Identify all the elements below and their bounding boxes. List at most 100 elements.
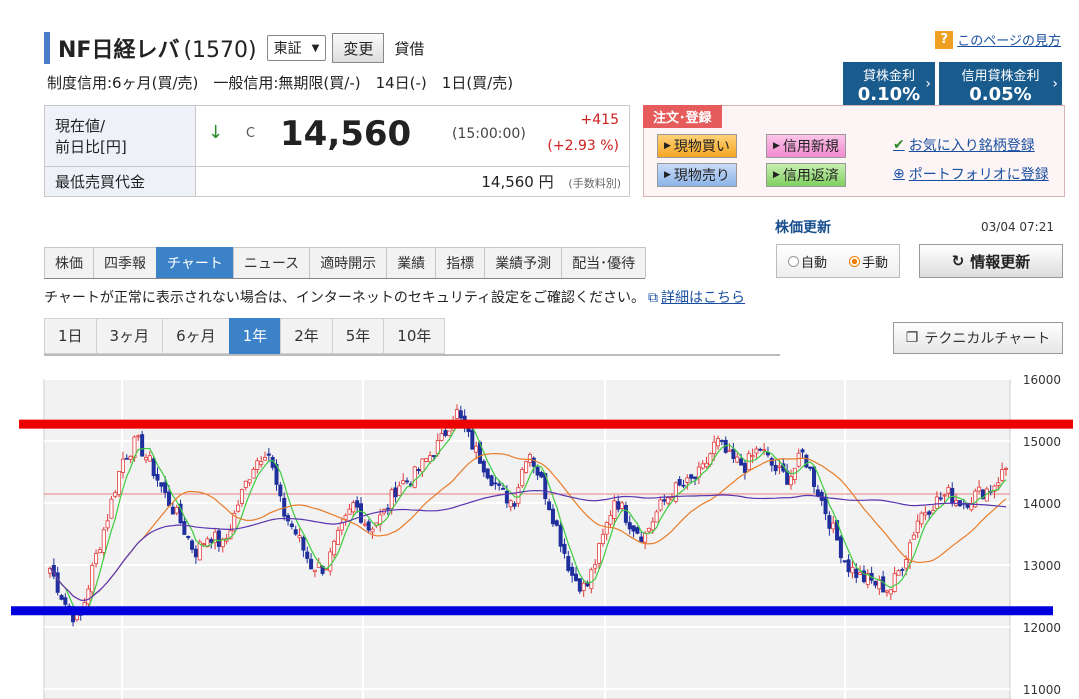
candle-body (332, 540, 337, 556)
y-tick-label: 12000 (1023, 621, 1061, 635)
tab-earnings[interactable]: 業績 (386, 247, 437, 278)
candle-body (489, 475, 494, 486)
candle-body (758, 448, 763, 451)
period-6m[interactable]: 6ヶ月 (162, 318, 230, 354)
portfolio-register-link[interactable]: ⊕ ポートフォリオに登録 (893, 164, 1049, 184)
candle-body (401, 480, 406, 485)
period-3m[interactable]: 3ヶ月 (95, 318, 164, 354)
manual-radio[interactable]: 手動 (848, 252, 888, 271)
tab-news[interactable]: ニュース (232, 247, 311, 278)
candle-body (520, 469, 525, 487)
candle-body (589, 569, 594, 589)
candle-body (343, 515, 348, 520)
candle-body (650, 521, 655, 531)
spot-buy-button[interactable]: ▶ 現物買い (657, 134, 737, 158)
candle-body (524, 461, 529, 473)
period-1d[interactable]: 1日 (44, 318, 97, 354)
candle-body (643, 532, 648, 543)
min-trade-label: 最低売買代金 (44, 166, 196, 197)
candle-body (681, 484, 686, 487)
y-tick-label: 15000 (1023, 435, 1061, 449)
change-button[interactable]: 変更 (332, 33, 385, 63)
candle-body (977, 486, 982, 492)
candle-body (128, 455, 133, 460)
candle-body (570, 566, 575, 576)
order-panel-tab: 注文･登録 (643, 105, 722, 128)
candle-body (412, 466, 417, 488)
candle-body (842, 560, 847, 563)
candle-body (823, 497, 828, 515)
period-tabs: 1日 3ヶ月 6ヶ月 1年 2年 5年 10年 (44, 318, 780, 356)
period-2y[interactable]: 2年 (280, 318, 333, 354)
fee-note: (手数料別) (568, 177, 621, 190)
candle-body (558, 524, 563, 547)
tab-indicators[interactable]: 指標 (435, 247, 486, 278)
period-5y[interactable]: 5年 (331, 318, 385, 354)
candle-body (297, 535, 302, 539)
tab-chart[interactable]: チャート (156, 247, 234, 278)
tab-dividend[interactable]: 配当･優待 (561, 247, 647, 278)
current-price-cell: ↓ C 14,560 (15:00:00) +415 (+2.93 %) (195, 105, 630, 167)
candle-body (358, 503, 363, 523)
candle-body (143, 457, 148, 461)
candle-body (201, 543, 206, 546)
candle-body (754, 448, 759, 454)
lending-rate-box[interactable]: 貸株金利 0.10% › (843, 62, 935, 107)
candle-body (896, 570, 901, 576)
candle-body (305, 551, 310, 559)
candle-body (370, 528, 375, 533)
candle-body (716, 438, 721, 447)
candle-body (796, 452, 801, 467)
candle-body (593, 564, 598, 569)
candle-body (938, 497, 943, 500)
candle-body (827, 515, 832, 529)
current-price-label: 現在値/前日比[円] (44, 105, 196, 167)
favorite-register-link[interactable]: ✔ お気に入り銘柄登録 (893, 135, 1035, 155)
candle-body (911, 534, 916, 540)
candle-body (454, 409, 459, 420)
auto-radio[interactable]: 自動 (787, 252, 827, 271)
margin-new-button[interactable]: ▶ 信用新規 (766, 134, 846, 158)
candle-body (604, 522, 609, 535)
candle-body (547, 501, 552, 511)
candle-body (950, 488, 955, 504)
candle-body (838, 536, 843, 559)
help-icon: ? (935, 30, 954, 49)
period-10y[interactable]: 10年 (383, 318, 446, 354)
candle-body (527, 454, 532, 463)
refresh-button[interactable]: ↻ 情報更新 (919, 244, 1063, 278)
period-1y[interactable]: 1年 (228, 318, 282, 354)
candle-body (470, 429, 475, 450)
technical-chart-button[interactable]: ❐ テクニカルチャート (893, 322, 1063, 354)
candle-body (266, 453, 271, 456)
candle-body (312, 569, 317, 573)
tab-forecast[interactable]: 業績予測 (484, 247, 563, 278)
candle-body (447, 430, 452, 436)
candle-body (888, 589, 893, 595)
candle-body (155, 473, 160, 481)
price-change-pct: (+2.93 %) (547, 138, 619, 154)
play-icon: ▶ (664, 170, 671, 180)
candle-body (577, 578, 582, 592)
tab-stock-price[interactable]: 株価 (44, 247, 94, 278)
tab-quarterly[interactable]: 四季報 (93, 247, 157, 278)
checkmark-icon: ✔ (893, 137, 905, 153)
candle-body (170, 506, 175, 515)
candle-body (704, 462, 709, 468)
candle-body (731, 448, 736, 459)
margin-close-button[interactable]: ▶ 信用返済 (766, 163, 846, 187)
details-link[interactable]: 詳細はこちら (661, 290, 745, 306)
spot-sell-button[interactable]: ▶ 現物売り (657, 163, 737, 187)
radio-selected-icon (848, 255, 860, 267)
candle-body (174, 507, 179, 514)
help-link-text[interactable]: このページの見方 (957, 30, 1061, 49)
tab-disclosure[interactable]: 適時開示 (309, 247, 388, 278)
candle-body (858, 572, 863, 575)
update-time: 03/04 07:21 (981, 220, 1054, 234)
candle-body (904, 559, 909, 569)
candle-body (769, 458, 774, 466)
candle-body (101, 529, 106, 553)
market-select[interactable]: 東証 ▼ (266, 35, 327, 61)
help-link[interactable]: ? このページの見方 (935, 30, 1061, 49)
credit-lending-rate-box[interactable]: 信用貸株金利 0.05% › (939, 62, 1062, 107)
